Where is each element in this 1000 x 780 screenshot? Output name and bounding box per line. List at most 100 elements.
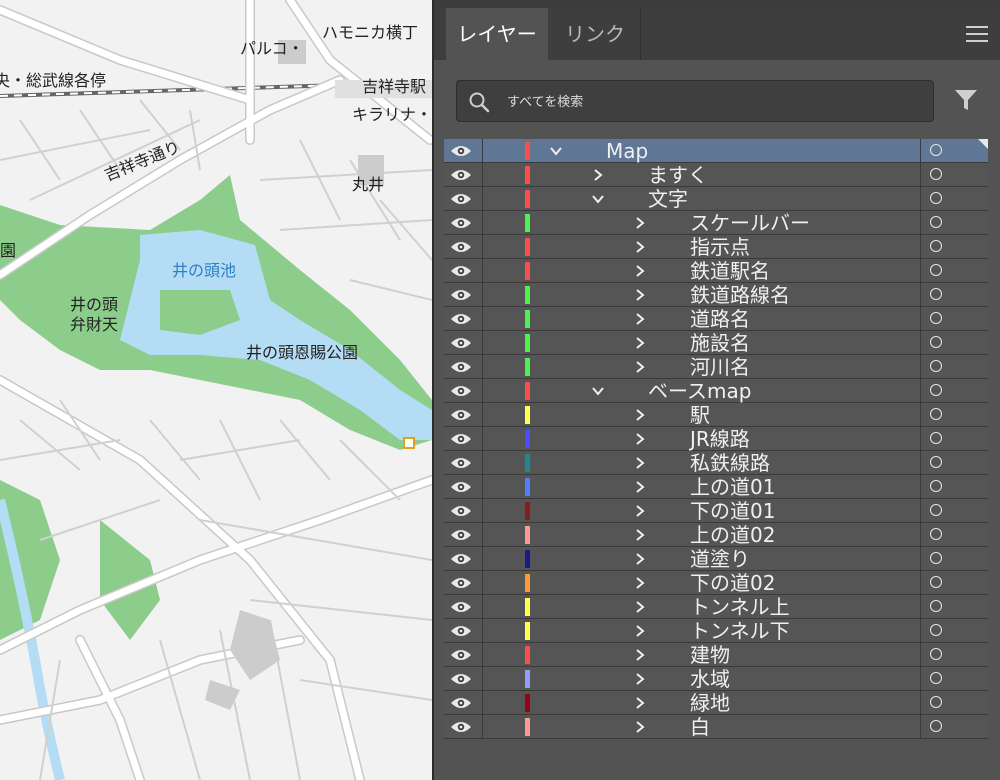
chevron-right-icon[interactable] [632, 575, 648, 591]
chevron-right-icon[interactable] [632, 263, 648, 279]
eye-icon[interactable] [450, 672, 472, 686]
layer-row[interactable]: 上の道02 [444, 523, 988, 547]
layer-row[interactable]: トンネル下 [444, 619, 988, 643]
chevron-down-icon[interactable] [590, 191, 606, 207]
target-circle-icon[interactable] [930, 288, 942, 300]
layer-name[interactable]: スケールバー [690, 211, 810, 235]
chevron-right-icon[interactable] [632, 311, 648, 327]
layer-name[interactable]: ますく [648, 163, 708, 187]
target-circle-icon[interactable] [930, 648, 942, 660]
layer-row[interactable]: 道塗り [444, 547, 988, 571]
layer-name[interactable]: トンネル下 [690, 619, 790, 643]
chevron-right-icon[interactable] [632, 647, 648, 663]
tab-links[interactable]: リンク [550, 8, 641, 60]
layer-name[interactable]: 上の道01 [690, 475, 775, 499]
eye-icon[interactable] [450, 264, 472, 278]
layer-row[interactable]: ますく [444, 163, 988, 187]
eye-icon[interactable] [450, 720, 472, 734]
target-circle-icon[interactable] [930, 600, 942, 612]
target-circle-icon[interactable] [930, 192, 942, 204]
chevron-right-icon[interactable] [632, 527, 648, 543]
layer-name[interactable]: 水域 [690, 667, 730, 691]
layer-row[interactable]: 道路名 [444, 307, 988, 331]
target-circle-icon[interactable] [930, 432, 942, 444]
eye-icon[interactable] [450, 144, 472, 158]
target-circle-icon[interactable] [930, 528, 942, 540]
layer-row[interactable]: 上の道01 [444, 475, 988, 499]
layer-name[interactable]: 下の道01 [690, 499, 775, 523]
layer-row[interactable]: 水域 [444, 667, 988, 691]
eye-icon[interactable] [450, 240, 472, 254]
chevron-right-icon[interactable] [632, 479, 648, 495]
layer-name[interactable]: 上の道02 [690, 523, 775, 547]
target-circle-icon[interactable] [930, 720, 942, 732]
eye-icon[interactable] [450, 408, 472, 422]
layer-name[interactable]: 道塗り [690, 547, 750, 571]
chevron-right-icon[interactable] [632, 503, 648, 519]
layer-name[interactable]: JR線路 [690, 427, 750, 451]
target-circle-icon[interactable] [930, 360, 942, 372]
layer-name[interactable]: 駅 [690, 403, 710, 427]
eye-icon[interactable] [450, 576, 472, 590]
target-circle-icon[interactable] [930, 408, 942, 420]
layer-row[interactable]: 私鉄線路 [444, 451, 988, 475]
layer-name[interactable]: ベースmap [648, 379, 751, 403]
target-circle-icon[interactable] [930, 696, 942, 708]
layer-name[interactable]: トンネル上 [690, 595, 790, 619]
chevron-right-icon[interactable] [632, 455, 648, 471]
layer-name[interactable]: 白 [690, 715, 710, 739]
target-circle-icon[interactable] [930, 240, 942, 252]
target-circle-icon[interactable] [930, 552, 942, 564]
layer-name[interactable]: 鉄道路線名 [690, 283, 790, 307]
layer-name[interactable]: 緑地 [690, 691, 730, 715]
layer-row[interactable]: 建物 [444, 643, 988, 667]
layer-row[interactable]: 緑地 [444, 691, 988, 715]
chevron-right-icon[interactable] [632, 695, 648, 711]
chevron-down-icon[interactable] [548, 143, 564, 159]
target-circle-icon[interactable] [930, 624, 942, 636]
filter-icon[interactable] [952, 86, 980, 114]
target-circle-icon[interactable] [930, 504, 942, 516]
layer-row[interactable]: Map [444, 139, 988, 163]
layer-row[interactable]: トンネル上 [444, 595, 988, 619]
eye-icon[interactable] [450, 648, 472, 662]
target-circle-icon[interactable] [930, 216, 942, 228]
chevron-down-icon[interactable] [590, 383, 606, 399]
chevron-right-icon[interactable] [590, 167, 606, 183]
layer-row[interactable]: 駅 [444, 403, 988, 427]
eye-icon[interactable] [450, 624, 472, 638]
eye-icon[interactable] [450, 216, 472, 230]
map-view[interactable]: ハモニカ横丁 パルコ・ 央・総武線各停 吉祥寺駅 キラリナ・ 丸井 吉祥寺通り … [0, 0, 432, 780]
chevron-right-icon[interactable] [632, 407, 648, 423]
chevron-right-icon[interactable] [632, 239, 648, 255]
chevron-right-icon[interactable] [632, 551, 648, 567]
layer-name[interactable]: 河川名 [690, 355, 750, 379]
tab-layers[interactable]: レイヤー [446, 8, 548, 60]
target-circle-icon[interactable] [930, 336, 942, 348]
chevron-right-icon[interactable] [632, 623, 648, 639]
eye-icon[interactable] [450, 336, 472, 350]
layer-row[interactable]: 鉄道駅名 [444, 259, 988, 283]
eye-icon[interactable] [450, 288, 472, 302]
layer-name[interactable]: 施設名 [690, 331, 750, 355]
layer-row[interactable]: JR線路 [444, 427, 988, 451]
target-circle-icon[interactable] [930, 480, 942, 492]
chevron-right-icon[interactable] [632, 671, 648, 687]
layer-name[interactable]: 下の道02 [690, 571, 775, 595]
chevron-right-icon[interactable] [632, 599, 648, 615]
eye-icon[interactable] [450, 192, 472, 206]
target-circle-icon[interactable] [930, 264, 942, 276]
target-circle-icon[interactable] [930, 672, 942, 684]
layer-name[interactable]: 私鉄線路 [690, 451, 770, 475]
layer-row[interactable]: 白 [444, 715, 988, 739]
layer-row[interactable]: 下の道02 [444, 571, 988, 595]
target-circle-icon[interactable] [930, 144, 942, 156]
eye-icon[interactable] [450, 384, 472, 398]
target-circle-icon[interactable] [930, 168, 942, 180]
layer-row[interactable]: ベースmap [444, 379, 988, 403]
layer-name[interactable]: 文字 [648, 187, 688, 211]
eye-icon[interactable] [450, 480, 472, 494]
layer-name[interactable]: 鉄道駅名 [690, 259, 770, 283]
layer-name[interactable]: Map [606, 139, 648, 163]
target-circle-icon[interactable] [930, 576, 942, 588]
